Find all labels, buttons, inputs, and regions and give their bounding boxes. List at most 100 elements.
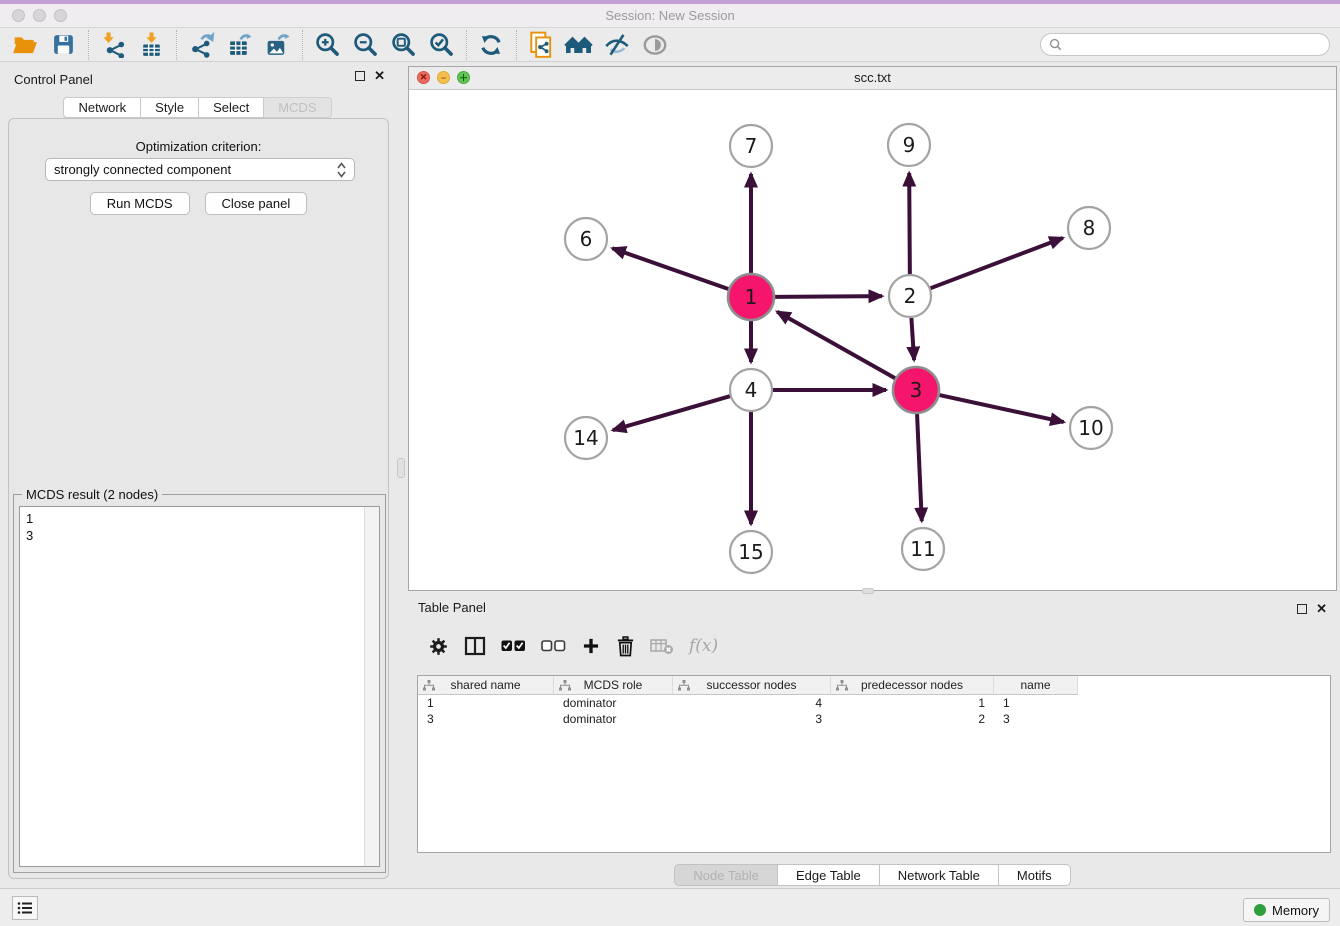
tab-motifs[interactable]: Motifs: [999, 864, 1071, 886]
tab-node-table[interactable]: Node Table: [674, 864, 778, 886]
column-label: successor nodes: [706, 678, 796, 692]
show-column-button[interactable]: [464, 636, 486, 656]
memory-button[interactable]: Memory: [1243, 898, 1330, 922]
task-history-button[interactable]: [12, 896, 38, 920]
trash-icon: [616, 636, 635, 657]
export-network-button[interactable]: [186, 30, 216, 60]
clone-network-button[interactable]: [526, 30, 556, 60]
toolbar-separator: [516, 30, 517, 60]
zoom-out-icon: [352, 31, 379, 58]
export-image-icon: [264, 31, 291, 58]
table-cell[interactable]: 1: [418, 695, 554, 711]
node-label-8: 8: [1083, 216, 1096, 240]
import-table-button[interactable]: [136, 30, 166, 60]
table-cell[interactable]: 4: [673, 695, 831, 711]
table-cell[interactable]: 3: [418, 711, 554, 727]
zoom-out-button[interactable]: [350, 30, 380, 60]
edge-3-10[interactable]: [939, 395, 1063, 422]
hide-panels-button[interactable]: [602, 30, 632, 60]
criterion-select[interactable]: strongly connected component: [45, 158, 355, 181]
tab-edge-table[interactable]: Edge Table: [778, 864, 880, 886]
tab-mcds[interactable]: MCDS: [264, 97, 331, 118]
zoom-selected-icon: [428, 31, 455, 58]
tab-select[interactable]: Select: [199, 97, 264, 118]
edge-2-3[interactable]: [911, 318, 914, 360]
eye-slash-icon: [603, 32, 631, 58]
node-table[interactable]: shared nameMCDS role successor nodes prede…: [417, 675, 1331, 853]
table-row[interactable]: 1dominator411: [418, 695, 1330, 711]
plus-icon: [581, 636, 601, 656]
horizontal-splitter-handle[interactable]: [862, 588, 874, 594]
control-panel: Control Panel ✕ NetworkStyleSelectMCDS O…: [0, 62, 395, 888]
mcds-panel: Optimization criterion: strongly connect…: [8, 118, 389, 879]
show-panel-button[interactable]: [640, 30, 670, 60]
network-frame-titlebar[interactable]: ✕ − ＋ scc.txt: [409, 67, 1336, 90]
zoom-selected-button[interactable]: [426, 30, 456, 60]
edge-1-6[interactable]: [612, 248, 728, 289]
edge-1-2[interactable]: [775, 296, 882, 297]
close-table-panel-icon[interactable]: ✕: [1316, 604, 1327, 614]
fx-icon: f(x): [689, 636, 718, 656]
memory-status-icon: [1254, 904, 1266, 916]
export-table-icon: [226, 31, 253, 58]
home-button[interactable]: [564, 30, 594, 60]
select-all-columns-button[interactable]: [501, 640, 526, 652]
import-network-button[interactable]: [98, 30, 128, 60]
edge-3-1[interactable]: [777, 312, 895, 378]
mcds-result-textarea[interactable]: 13: [19, 506, 380, 867]
edge-3-11[interactable]: [917, 414, 922, 521]
table-cell[interactable]: 1: [994, 695, 1078, 711]
column-flow-icon: [836, 680, 848, 691]
column-header-MCDS-role[interactable]: MCDS role: [554, 676, 673, 695]
column-header-name[interactable]: name: [994, 676, 1078, 695]
refresh-icon: [478, 32, 504, 58]
table-type-tabs: Node TableEdge TableNetwork TableMotifs: [408, 864, 1337, 886]
edge-2-8[interactable]: [931, 238, 1063, 288]
refresh-button[interactable]: [476, 30, 506, 60]
zoom-fit-button[interactable]: [388, 30, 418, 60]
network-canvas[interactable]: 7968124314101511: [409, 90, 1336, 590]
search-input[interactable]: [1068, 38, 1321, 52]
float-table-panel-icon[interactable]: [1297, 604, 1307, 614]
edge-2-9[interactable]: [909, 173, 910, 274]
table-cell[interactable]: 3: [673, 711, 831, 727]
float-panel-icon[interactable]: [355, 71, 365, 81]
table-cell[interactable]: dominator: [554, 711, 673, 727]
export-image-button[interactable]: [262, 30, 292, 60]
export-table-button[interactable]: [224, 30, 254, 60]
vertical-splitter-handle[interactable]: [397, 458, 405, 478]
search-field[interactable]: [1040, 33, 1330, 56]
table-cell[interactable]: 3: [994, 711, 1078, 727]
create-column-button[interactable]: [581, 636, 601, 656]
table-row[interactable]: 3dominator323: [418, 711, 1330, 727]
edge-4-14[interactable]: [613, 396, 730, 430]
close-panel-button[interactable]: Close panel: [205, 192, 308, 215]
list-icon: [17, 901, 33, 915]
table-cell[interactable]: 1: [831, 695, 994, 711]
close-panel-icon[interactable]: ✕: [374, 71, 385, 81]
tab-style[interactable]: Style: [141, 97, 199, 118]
table-cell[interactable]: 2: [831, 711, 994, 727]
tab-network-table[interactable]: Network Table: [880, 864, 999, 886]
table-settings-button[interactable]: [428, 636, 449, 657]
network-graph[interactable]: 7968124314101511: [409, 90, 1336, 590]
memory-label: Memory: [1272, 903, 1319, 918]
node-label-7: 7: [745, 134, 758, 158]
function-builder-button[interactable]: f(x): [689, 636, 718, 656]
window-title: Session: New Session: [0, 8, 1340, 23]
save-floppy-icon: [51, 32, 76, 57]
result-scrollbar[interactable]: [364, 507, 379, 866]
unselect-all-columns-button[interactable]: [541, 640, 566, 652]
column-header-shared-name[interactable]: shared name: [418, 676, 554, 695]
open-session-button[interactable]: [10, 30, 40, 60]
delete-table-button[interactable]: [650, 637, 674, 655]
table-cell[interactable]: dominator: [554, 695, 673, 711]
tab-network[interactable]: Network: [63, 97, 141, 118]
run-mcds-button[interactable]: Run MCDS: [90, 192, 190, 215]
column-header-successor-nodes[interactable]: successor nodes: [673, 676, 831, 695]
zoom-in-button[interactable]: [312, 30, 342, 60]
save-session-button[interactable]: [48, 30, 78, 60]
node-label-4: 4: [745, 378, 758, 402]
column-header-predecessor-nodes[interactable]: predecessor nodes: [831, 676, 994, 695]
delete-column-button[interactable]: [616, 636, 635, 657]
